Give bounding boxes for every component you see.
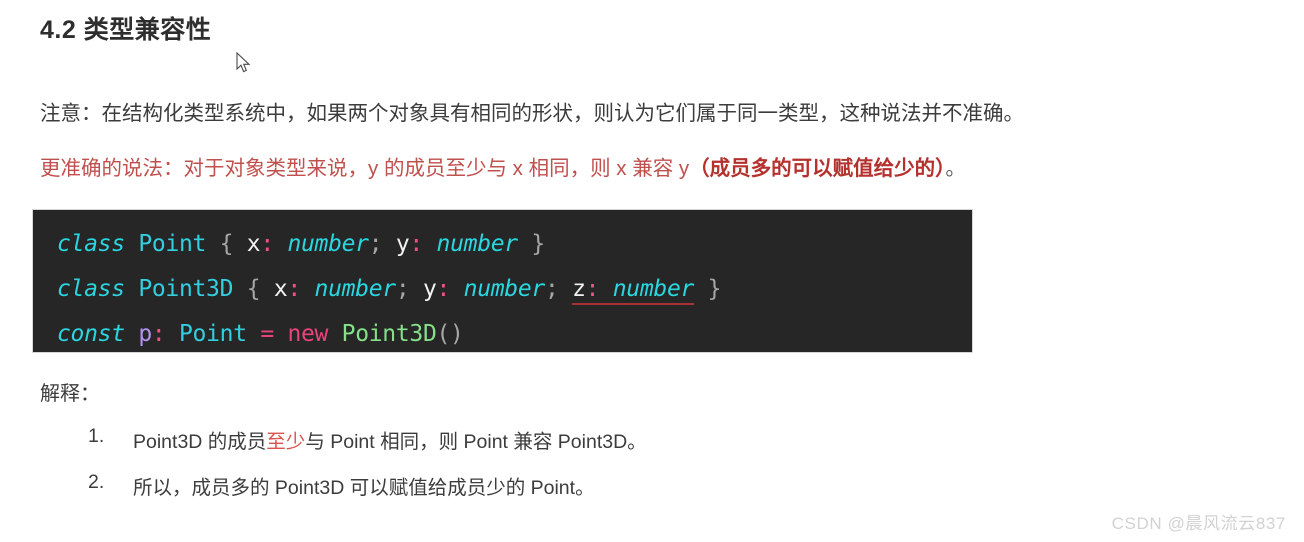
code-token: y <box>395 231 410 257</box>
list-item-marker: 1. <box>88 425 105 447</box>
plain-text: 与 Point 相同，则 Point 兼容 Point3D。 <box>305 431 647 453</box>
code-token: number <box>436 231 519 257</box>
code-token: Point3D <box>138 276 234 302</box>
page-title: 4.2 类型兼容性 <box>40 16 212 44</box>
code-token: () <box>436 321 464 347</box>
code-token: } <box>707 276 722 302</box>
code-token: x <box>246 231 261 257</box>
code-token: { <box>219 231 234 257</box>
code-block[interactable]: class Point { x: number; y: number } clas… <box>33 210 972 352</box>
code-token: ; <box>368 231 383 257</box>
paragraph-note: 注意：在结构化类型系统中，如果两个对象具有相同的形状，则认为它们属于同一类型，这… <box>40 102 1024 125</box>
code-token: : <box>151 321 166 347</box>
list-item: 1. Point3D 的成员至少与 Point 相同，则 Point 兼容 Poi… <box>40 425 1040 471</box>
code-token: class <box>57 231 125 257</box>
code-token: : <box>260 231 274 257</box>
code-token: : <box>409 231 423 257</box>
list-item-text: Point3D 的成员至少与 Point 相同，则 Point 兼容 Point… <box>133 425 647 454</box>
accurate-emphasis: （成员多的可以赋值给少的） <box>689 157 946 180</box>
plain-text: Point3D 的成员 <box>133 431 267 453</box>
code-token: x <box>273 276 288 302</box>
list-item: 2. 所以，成员多的 Point3D 可以赋值给成员少的 Point。 <box>40 471 1040 517</box>
emphasis-text: 至少 <box>266 431 306 453</box>
code-token: : <box>585 276 600 302</box>
code-token: const <box>57 321 125 347</box>
code-lines: class Point { x: number; y: number } clas… <box>57 222 972 352</box>
explanation-list: 1. Point3D 的成员至少与 Point 相同，则 Point 兼容 Poi… <box>40 425 1040 517</box>
mouse-cursor-icon <box>236 52 251 73</box>
paragraph-accurate: 更准确的说法：对于对象类型来说，y 的成员至少与 x 相同，则 x 兼容 y（成… <box>40 154 966 184</box>
code-token: : <box>436 276 451 302</box>
code-token: z <box>572 276 586 302</box>
code-token: Point <box>138 231 207 257</box>
code-token: number <box>314 276 397 302</box>
watermark: CSDN @晨风流云837 <box>1111 514 1286 533</box>
code-token: p <box>138 321 152 347</box>
code-token: : <box>287 276 301 302</box>
code-token: { <box>246 276 261 302</box>
code-token: Point3D <box>341 321 437 347</box>
list-item-text: 所以，成员多的 Point3D 可以赋值给成员少的 Point。 <box>133 471 595 500</box>
code-line: class Point3D { x: number; y: number; z:… <box>57 267 972 312</box>
type-error-underline: z: number <box>572 276 694 305</box>
code-token: number <box>463 276 546 302</box>
code-token: ; <box>395 276 410 302</box>
code-token: Point <box>179 321 247 347</box>
plain-text: 所以，成员多的 Point3D 可以赋值给成员少的 Point。 <box>133 477 595 499</box>
code-token: number <box>612 276 695 302</box>
code-token: class <box>57 276 125 302</box>
code-line: const p: Point = new Point3D() <box>57 312 972 352</box>
accurate-tail: 。 <box>945 157 966 180</box>
code-token: new <box>287 321 329 347</box>
list-item-marker: 2. <box>88 471 105 493</box>
code-line: class Point { x: number; y: number } <box>57 222 972 267</box>
document-page: 4.2 类型兼容性 注意：在结构化类型系统中，如果两个对象具有相同的形状，则认为… <box>0 0 1304 542</box>
accurate-lead: 更准确的说法：对于对象类型来说，y 的成员至少与 x 相同，则 x 兼容 y <box>40 157 690 180</box>
explanation-label: 解释： <box>40 383 100 405</box>
code-token: y <box>422 276 437 302</box>
code-token: } <box>531 231 545 257</box>
code-token: ; <box>544 276 559 302</box>
code-token: = <box>260 321 274 347</box>
code-token: number <box>287 231 369 257</box>
